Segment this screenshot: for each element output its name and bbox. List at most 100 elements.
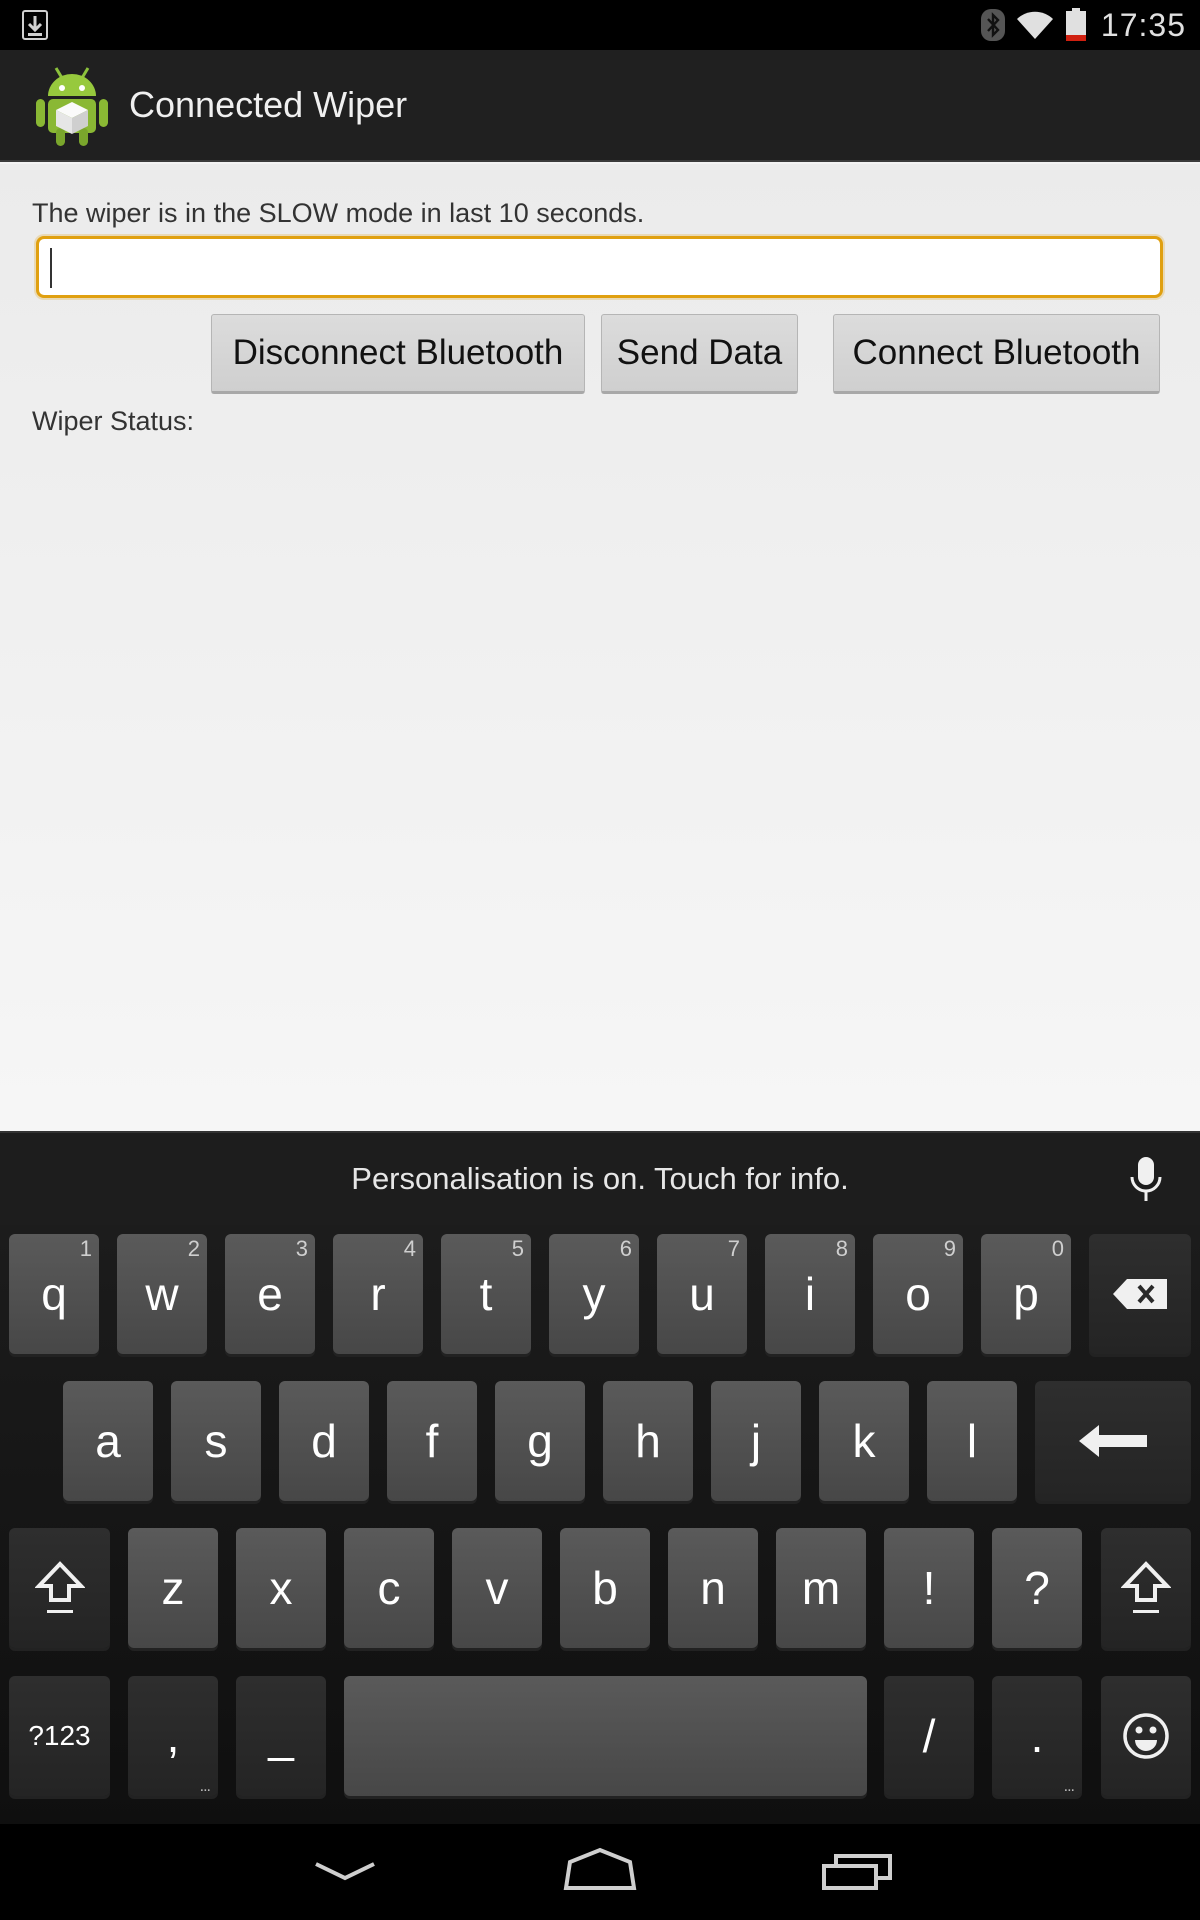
key-u[interactable]: u7 — [657, 1234, 747, 1354]
action-bar: Connected Wiper — [0, 50, 1200, 162]
key-label: p — [1013, 1268, 1039, 1320]
key-h[interactable]: h — [603, 1381, 693, 1501]
key-label: o — [905, 1268, 931, 1320]
send-data-button[interactable]: Send Data — [601, 314, 798, 394]
key-z[interactable]: z — [128, 1528, 218, 1648]
download-icon — [22, 10, 48, 40]
connect-bluetooth-button[interactable]: Connect Bluetooth — [833, 314, 1160, 394]
key-label: e — [257, 1268, 283, 1320]
key-slash[interactable]: / — [884, 1676, 974, 1796]
key-hint: 7 — [727, 1236, 740, 1261]
key-c[interactable]: c — [344, 1528, 434, 1648]
key-enter[interactable] — [1035, 1381, 1191, 1501]
key-hint: 4 — [403, 1236, 416, 1261]
app-title: Connected Wiper — [129, 84, 408, 125]
key-comma[interactable]: ,... — [128, 1676, 218, 1796]
key-exclamation[interactable]: ! — [884, 1528, 974, 1648]
key-label: l — [966, 1415, 978, 1467]
key-shift-left[interactable] — [9, 1528, 110, 1648]
battery-icon — [1065, 8, 1086, 41]
key-label: v — [485, 1562, 509, 1614]
key-label: . — [1030, 1710, 1044, 1762]
android-app-icon[interactable] — [34, 64, 110, 148]
key-label: ! — [922, 1562, 936, 1614]
key-backspace[interactable] — [1089, 1234, 1191, 1354]
key-label: c — [377, 1562, 401, 1614]
key-label: x — [269, 1562, 293, 1614]
bluetooth-icon — [980, 9, 1005, 41]
key-label: u — [689, 1268, 715, 1320]
key-i[interactable]: i8 — [765, 1234, 855, 1354]
key-n[interactable]: n — [668, 1528, 758, 1648]
key-l[interactable]: l — [927, 1381, 1017, 1501]
shift-icon — [34, 1561, 85, 1613]
key-label: j — [750, 1415, 762, 1467]
key-label: i — [804, 1268, 816, 1320]
key-x[interactable]: x — [236, 1528, 326, 1648]
backspace-icon — [1113, 1279, 1167, 1309]
enter-arrow-icon — [1079, 1425, 1147, 1457]
microphone-icon[interactable] — [1124, 1155, 1168, 1205]
wiper-status-label: Wiper Status: — [32, 406, 195, 436]
key-symbols[interactable]: ?123 — [9, 1676, 110, 1796]
back-hide-keyboard-icon[interactable] — [312, 1844, 378, 1900]
key-r[interactable]: r4 — [333, 1234, 423, 1354]
key-hint: 1 — [79, 1236, 92, 1261]
key-q[interactable]: q1 — [9, 1234, 99, 1354]
more-indicator: ... — [199, 1778, 211, 1795]
soft-keyboard: Personalisation is on. Touch for info. q… — [0, 1131, 1200, 1824]
key-hint: 2 — [187, 1236, 200, 1261]
key-label: b — [592, 1562, 618, 1614]
key-d[interactable]: d — [279, 1381, 369, 1501]
key-k[interactable]: k — [819, 1381, 909, 1501]
key-hint: 5 — [511, 1236, 524, 1261]
key-label: m — [801, 1562, 841, 1614]
key-s[interactable]: s — [171, 1381, 261, 1501]
key-label: s — [204, 1415, 228, 1467]
shift-icon — [1121, 1561, 1171, 1613]
key-o[interactable]: o9 — [873, 1234, 963, 1354]
more-indicator: ... — [1063, 1778, 1075, 1795]
key-t[interactable]: t5 — [441, 1234, 531, 1354]
key-e[interactable]: e3 — [225, 1234, 315, 1354]
key-f[interactable]: f — [387, 1381, 477, 1501]
key-label: y — [582, 1268, 606, 1320]
key-period[interactable]: .... — [992, 1676, 1082, 1796]
key-g[interactable]: g — [495, 1381, 585, 1501]
key-m[interactable]: m — [776, 1528, 866, 1648]
wifi-icon — [1016, 11, 1053, 39]
key-hint: 0 — [1051, 1236, 1064, 1261]
key-hint: 9 — [943, 1236, 956, 1261]
wiper-mode-message: The wiper is in the SLOW mode in last 10… — [32, 198, 645, 228]
key-shift-right[interactable] — [1101, 1528, 1191, 1648]
key-j[interactable]: j — [711, 1381, 801, 1501]
key-underscore[interactable]: _ — [236, 1676, 326, 1796]
emoji-icon — [1123, 1713, 1169, 1759]
navigation-bar — [0, 1824, 1200, 1920]
personalisation-notice[interactable]: Personalisation is on. Touch for info. — [0, 1161, 1200, 1197]
key-label: ? — [1024, 1562, 1050, 1614]
key-label: z — [161, 1562, 185, 1614]
key-v[interactable]: v — [452, 1528, 542, 1648]
key-w[interactable]: w2 — [117, 1234, 207, 1354]
recent-apps-icon[interactable] — [822, 1844, 894, 1900]
key-label: / — [922, 1710, 936, 1762]
text-cursor — [50, 248, 52, 288]
key-p[interactable]: p0 — [981, 1234, 1071, 1354]
key-label: a — [95, 1415, 121, 1467]
key-y[interactable]: y6 — [549, 1234, 639, 1354]
key-question[interactable]: ? — [992, 1528, 1082, 1648]
key-space[interactable] — [344, 1676, 867, 1796]
key-b[interactable]: b — [560, 1528, 650, 1648]
data-input[interactable] — [36, 236, 1163, 298]
key-a[interactable]: a — [63, 1381, 153, 1501]
disconnect-bluetooth-button[interactable]: Disconnect Bluetooth — [211, 314, 585, 394]
clock: 17:35 — [1100, 6, 1186, 43]
key-label: n — [700, 1562, 726, 1614]
key-emoji[interactable] — [1101, 1676, 1191, 1796]
key-label: q — [41, 1268, 67, 1320]
home-icon[interactable] — [562, 1844, 638, 1900]
key-label: d — [311, 1415, 337, 1467]
key-label: t — [479, 1268, 493, 1320]
suggestion-strip[interactable]: Personalisation is on. Touch for info. — [0, 1131, 1200, 1225]
